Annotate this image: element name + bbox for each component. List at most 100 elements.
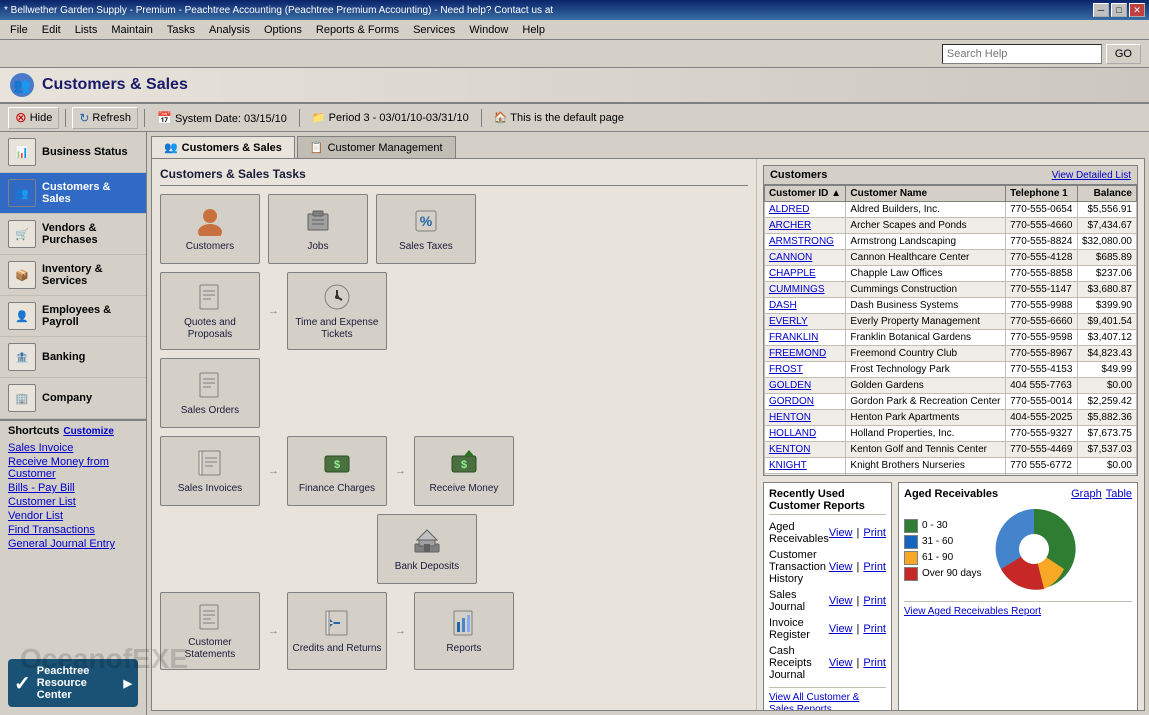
menu-lists[interactable]: Lists [69,22,104,38]
shortcut-find-transactions[interactable]: Find Transactions [8,523,138,537]
menu-edit[interactable]: Edit [36,22,67,38]
table-row[interactable]: DASH Dash Business Systems 770-555-9988 … [764,298,1136,314]
table-row[interactable]: KENTON Kenton Golf and Tennis Center 770… [764,442,1136,458]
report-sales-print[interactable]: Print [863,595,886,607]
table-row[interactable]: EVERLY Everly Property Management 770-55… [764,314,1136,330]
menu-services[interactable]: Services [407,22,461,38]
customer-id[interactable]: HOLLAND [764,426,845,442]
menu-tasks[interactable]: Tasks [161,22,201,38]
table-row[interactable]: FROST Frost Technology Park 770-555-4153… [764,362,1136,378]
customer-id[interactable]: GORDON [764,394,845,410]
task-receive-money[interactable]: $ Receive Money [414,436,514,506]
minimize-button[interactable]: ─ [1093,3,1109,17]
customer-id[interactable]: EVERLY [764,314,845,330]
table-row[interactable]: GOLDEN Golden Gardens 404 555-7763 $0.00 [764,378,1136,394]
task-customers[interactable]: Customers [160,194,260,264]
col-header-balance[interactable]: Balance [1077,186,1136,202]
customer-id[interactable]: FROST [764,362,845,378]
table-row[interactable]: CHAPPLE Chapple Law Offices 770-555-8858… [764,266,1136,282]
customer-id[interactable]: CUMMINGS [764,282,845,298]
task-credits-returns[interactable]: Credits and Returns [287,592,387,670]
shortcut-customer-list[interactable]: Customer List [8,495,138,509]
refresh-button[interactable]: ↻ Refresh [72,107,138,129]
table-row[interactable]: GORDON Gordon Park & Recreation Center 7… [764,394,1136,410]
task-jobs[interactable]: Jobs [268,194,368,264]
report-aged-print[interactable]: Print [863,527,886,539]
customer-id[interactable]: KNIGHT [764,458,845,474]
report-transaction-view[interactable]: View [829,561,853,573]
table-row[interactable]: FREEMOND Freemond Country Club 770-555-8… [764,346,1136,362]
task-sales-invoices[interactable]: Sales Invoices [160,436,260,506]
sidebar-item-vendors[interactable]: 🛒 Vendors & Purchases [0,214,146,255]
customer-id[interactable]: ARMSTRONG [764,234,845,250]
tab-customers-sales[interactable]: 👥 Customers & Sales [151,136,295,158]
close-button[interactable]: ✕ [1129,3,1145,17]
task-sales-orders[interactable]: Sales Orders [160,358,260,428]
table-row[interactable]: MASON Mason Office Park 770-555-3311 $49… [764,474,1136,476]
customer-id[interactable]: ALDRED [764,202,845,218]
task-finance-charges[interactable]: $ Finance Charges [287,436,387,506]
table-row[interactable]: CUMMINGS Cummings Construction 770-555-1… [764,282,1136,298]
table-row[interactable]: ARCHER Archer Scapes and Ponds 770-555-4… [764,218,1136,234]
customer-id[interactable]: MASON [764,474,845,476]
customer-id[interactable]: CANNON [764,250,845,266]
customer-id[interactable]: GOLDEN [764,378,845,394]
table-row[interactable]: CANNON Cannon Healthcare Center 770-555-… [764,250,1136,266]
table-row[interactable]: FRANKLIN Franklin Botanical Gardens 770-… [764,330,1136,346]
customer-id[interactable]: KENTON [764,442,845,458]
report-invoice-view[interactable]: View [829,623,853,635]
table-row[interactable]: HENTON Henton Park Apartments 404-555-20… [764,410,1136,426]
view-aged-report-link[interactable]: View Aged Receivables Report [904,606,1041,617]
tab-customer-management[interactable]: 📋 Customer Management [297,136,456,158]
view-detailed-list-link[interactable]: View Detailed List [1052,170,1131,181]
menu-file[interactable]: File [4,22,34,38]
customer-id[interactable]: ARCHER [764,218,845,234]
table-row[interactable]: ALDRED Aldred Builders, Inc. 770-555-065… [764,202,1136,218]
customer-id[interactable]: CHAPPLE [764,266,845,282]
shortcut-receive-money[interactable]: Receive Money from Customer [8,455,138,481]
menu-options[interactable]: Options [258,22,308,38]
report-sales-view[interactable]: View [829,595,853,607]
sidebar-item-company[interactable]: 🏢 Company [0,378,146,419]
aged-table-link[interactable]: Table [1106,488,1132,500]
report-receipts-print[interactable]: Print [863,657,886,669]
customer-id[interactable]: FRANKLIN [764,330,845,346]
sidebar-item-business-status[interactable]: 📊 Business Status [0,132,146,173]
sidebar-item-employees[interactable]: 👤 Employees & Payroll [0,296,146,337]
customer-id[interactable]: DASH [764,298,845,314]
table-row[interactable]: ARMSTRONG Armstrong Landscaping 770-555-… [764,234,1136,250]
report-invoice-print[interactable]: Print [863,623,886,635]
aged-graph-link[interactable]: Graph [1071,488,1102,500]
search-input[interactable] [942,44,1102,64]
shortcut-bills[interactable]: Bills - Pay Bill [8,481,138,495]
menu-maintain[interactable]: Maintain [105,22,159,38]
sidebar-item-customers-sales[interactable]: 👥 Customers & Sales [0,173,146,214]
shortcut-journal-entry[interactable]: General Journal Entry [8,537,138,551]
col-header-id[interactable]: Customer ID ▲ [764,186,845,202]
customize-link[interactable]: Customize [63,426,114,437]
task-time-expense[interactable]: Time and Expense Tickets [287,272,387,350]
resource-center[interactable]: ✓ Peachtree Resource Center ▶ [8,659,138,707]
customer-id[interactable]: FREEMOND [764,346,845,362]
report-aged-view[interactable]: View [829,527,853,539]
menu-help[interactable]: Help [516,22,551,38]
menu-analysis[interactable]: Analysis [203,22,256,38]
task-customer-statements[interactable]: Customer Statements [160,592,260,670]
sidebar-item-inventory[interactable]: 📦 Inventory & Services [0,255,146,296]
menu-reports-forms[interactable]: Reports & Forms [310,22,405,38]
view-all-link[interactable]: View All Customer & Sales Reports [769,692,859,710]
col-header-phone[interactable]: Telephone 1 [1006,186,1078,202]
task-sales-taxes[interactable]: % Sales Taxes [376,194,476,264]
menu-window[interactable]: Window [463,22,514,38]
table-row[interactable]: KNIGHT Knight Brothers Nurseries 770 555… [764,458,1136,474]
table-row[interactable]: HOLLAND Holland Properties, Inc. 770-555… [764,426,1136,442]
customer-id[interactable]: HENTON [764,410,845,426]
report-receipts-view[interactable]: View [829,657,853,669]
task-quotes[interactable]: Quotes and Proposals [160,272,260,350]
maximize-button[interactable]: □ [1111,3,1127,17]
report-transaction-print[interactable]: Print [863,561,886,573]
task-reports[interactable]: Reports [414,592,514,670]
col-header-name[interactable]: Customer Name [846,186,1006,202]
hide-button[interactable]: ⊗ Hide [8,107,59,129]
task-bank-deposits[interactable]: Bank Deposits [377,514,477,584]
